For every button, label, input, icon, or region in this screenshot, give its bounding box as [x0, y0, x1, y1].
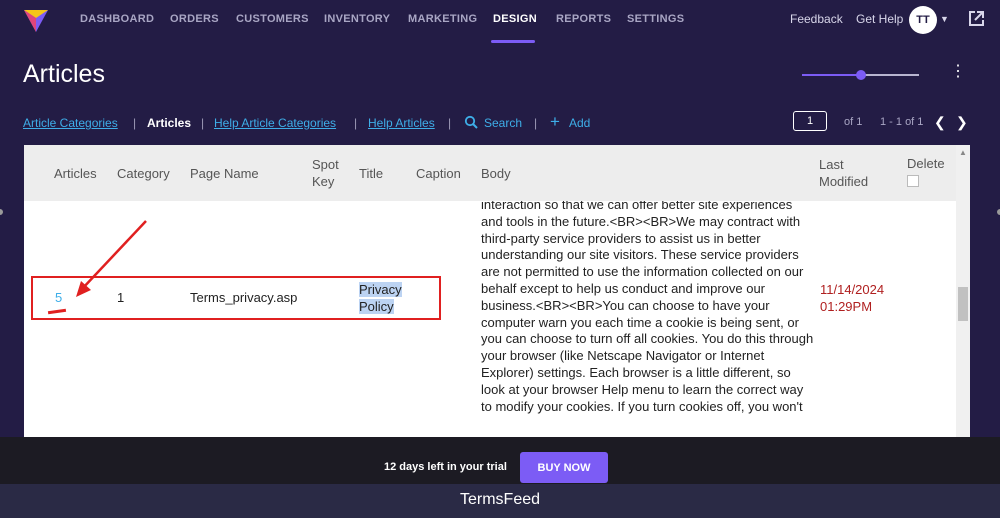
nav-design[interactable]: DESIGN — [493, 13, 537, 25]
vertical-scrollbar[interactable]: ▲ — [956, 145, 970, 437]
footer-label: TermsFeed — [459, 491, 541, 508]
page-range-label: 1 - 1 of 1 — [880, 116, 924, 128]
table-header: Articles Category Page Name Spot Key Tit… — [24, 145, 959, 201]
page-title: Articles — [23, 60, 105, 88]
crumb-help-articles[interactable]: Help Articles — [368, 116, 435, 130]
external-link-icon[interactable] — [967, 10, 985, 28]
nav-customers[interactable]: CUSTOMERS — [236, 13, 309, 25]
separator: | — [133, 116, 137, 130]
col-spot-key-line1: Spot — [312, 157, 339, 172]
last-modified-time: 01:29PM — [820, 299, 873, 314]
col-last-modified-line1: Last — [819, 157, 844, 172]
annotation-highlight-box — [31, 276, 441, 320]
page-number-input[interactable] — [793, 111, 827, 131]
col-last-modified[interactable]: Last Modified — [819, 156, 868, 190]
col-title[interactable]: Title — [359, 165, 383, 182]
zoom-slider[interactable] — [802, 68, 919, 82]
crumb-help-article-categories[interactable]: Help Article Categories — [214, 116, 336, 130]
search-icon[interactable] — [464, 115, 478, 129]
plus-icon[interactable]: + — [550, 112, 560, 132]
col-caption[interactable]: Caption — [416, 165, 461, 182]
col-delete: Delete — [907, 156, 945, 171]
scroll-up-icon[interactable]: ▲ — [959, 148, 967, 157]
body-cell: interaction so that we can offer better … — [481, 197, 814, 414]
chevron-down-icon[interactable]: ▼ — [940, 14, 949, 24]
scrollbar-thumb[interactable] — [958, 287, 968, 321]
col-body[interactable]: Body — [481, 165, 511, 182]
separator: | — [201, 116, 205, 130]
last-modified-date: 11/14/2024 — [820, 282, 885, 297]
active-tab-indicator — [491, 40, 535, 43]
col-last-modified-line2: Modified — [819, 174, 869, 189]
nav-settings[interactable]: SETTINGS — [627, 13, 684, 25]
slider-fill — [802, 74, 861, 76]
search-link[interactable]: Search — [484, 116, 522, 130]
buy-now-button[interactable]: BUY NOW — [520, 452, 608, 483]
col-category[interactable]: Category — [117, 165, 170, 182]
logo-icon[interactable] — [22, 6, 50, 34]
col-spot-key[interactable]: Spot Key — [312, 156, 339, 190]
nav-reports[interactable]: REPORTS — [556, 13, 611, 25]
nav-inventory[interactable]: INVENTORY — [324, 13, 390, 25]
trial-text: 12 days left in your trial — [384, 461, 507, 473]
get-help-link[interactable]: Get Help — [856, 12, 903, 26]
chevron-right-icon[interactable]: ❯ — [956, 114, 968, 131]
nav-marketing[interactable]: MARKETING — [408, 13, 477, 25]
edge-handle-left — [0, 209, 3, 215]
col-page-name[interactable]: Page Name — [190, 165, 259, 182]
crumb-articles: Articles — [147, 116, 192, 130]
add-link[interactable]: Add — [569, 116, 590, 130]
separator: | — [448, 116, 452, 130]
select-all-checkbox[interactable] — [907, 175, 919, 187]
col-spot-key-line2: Key — [312, 174, 335, 189]
crumb-article-categories[interactable]: Article Categories — [23, 116, 118, 130]
separator: | — [354, 116, 358, 130]
separator: | — [534, 116, 538, 130]
avatar[interactable]: TT — [909, 6, 937, 34]
slider-thumb[interactable] — [855, 70, 866, 80]
more-options-icon[interactable]: ⋮ — [950, 64, 966, 80]
page-of-label: of 1 — [844, 116, 863, 128]
last-modified-cell: 11/14/2024 01:29PM — [820, 281, 884, 315]
feedback-link[interactable]: Feedback — [790, 12, 843, 26]
top-nav: DASHBOARD ORDERS CUSTOMERS INVENTORY MAR… — [0, 0, 1000, 44]
col-articles[interactable]: Articles — [54, 165, 97, 182]
chevron-left-icon[interactable]: ❮ — [934, 114, 946, 131]
articles-table: interaction so that we can offer better … — [24, 145, 970, 437]
nav-orders[interactable]: ORDERS — [170, 13, 219, 25]
nav-dashboard[interactable]: DASHBOARD — [80, 13, 154, 25]
